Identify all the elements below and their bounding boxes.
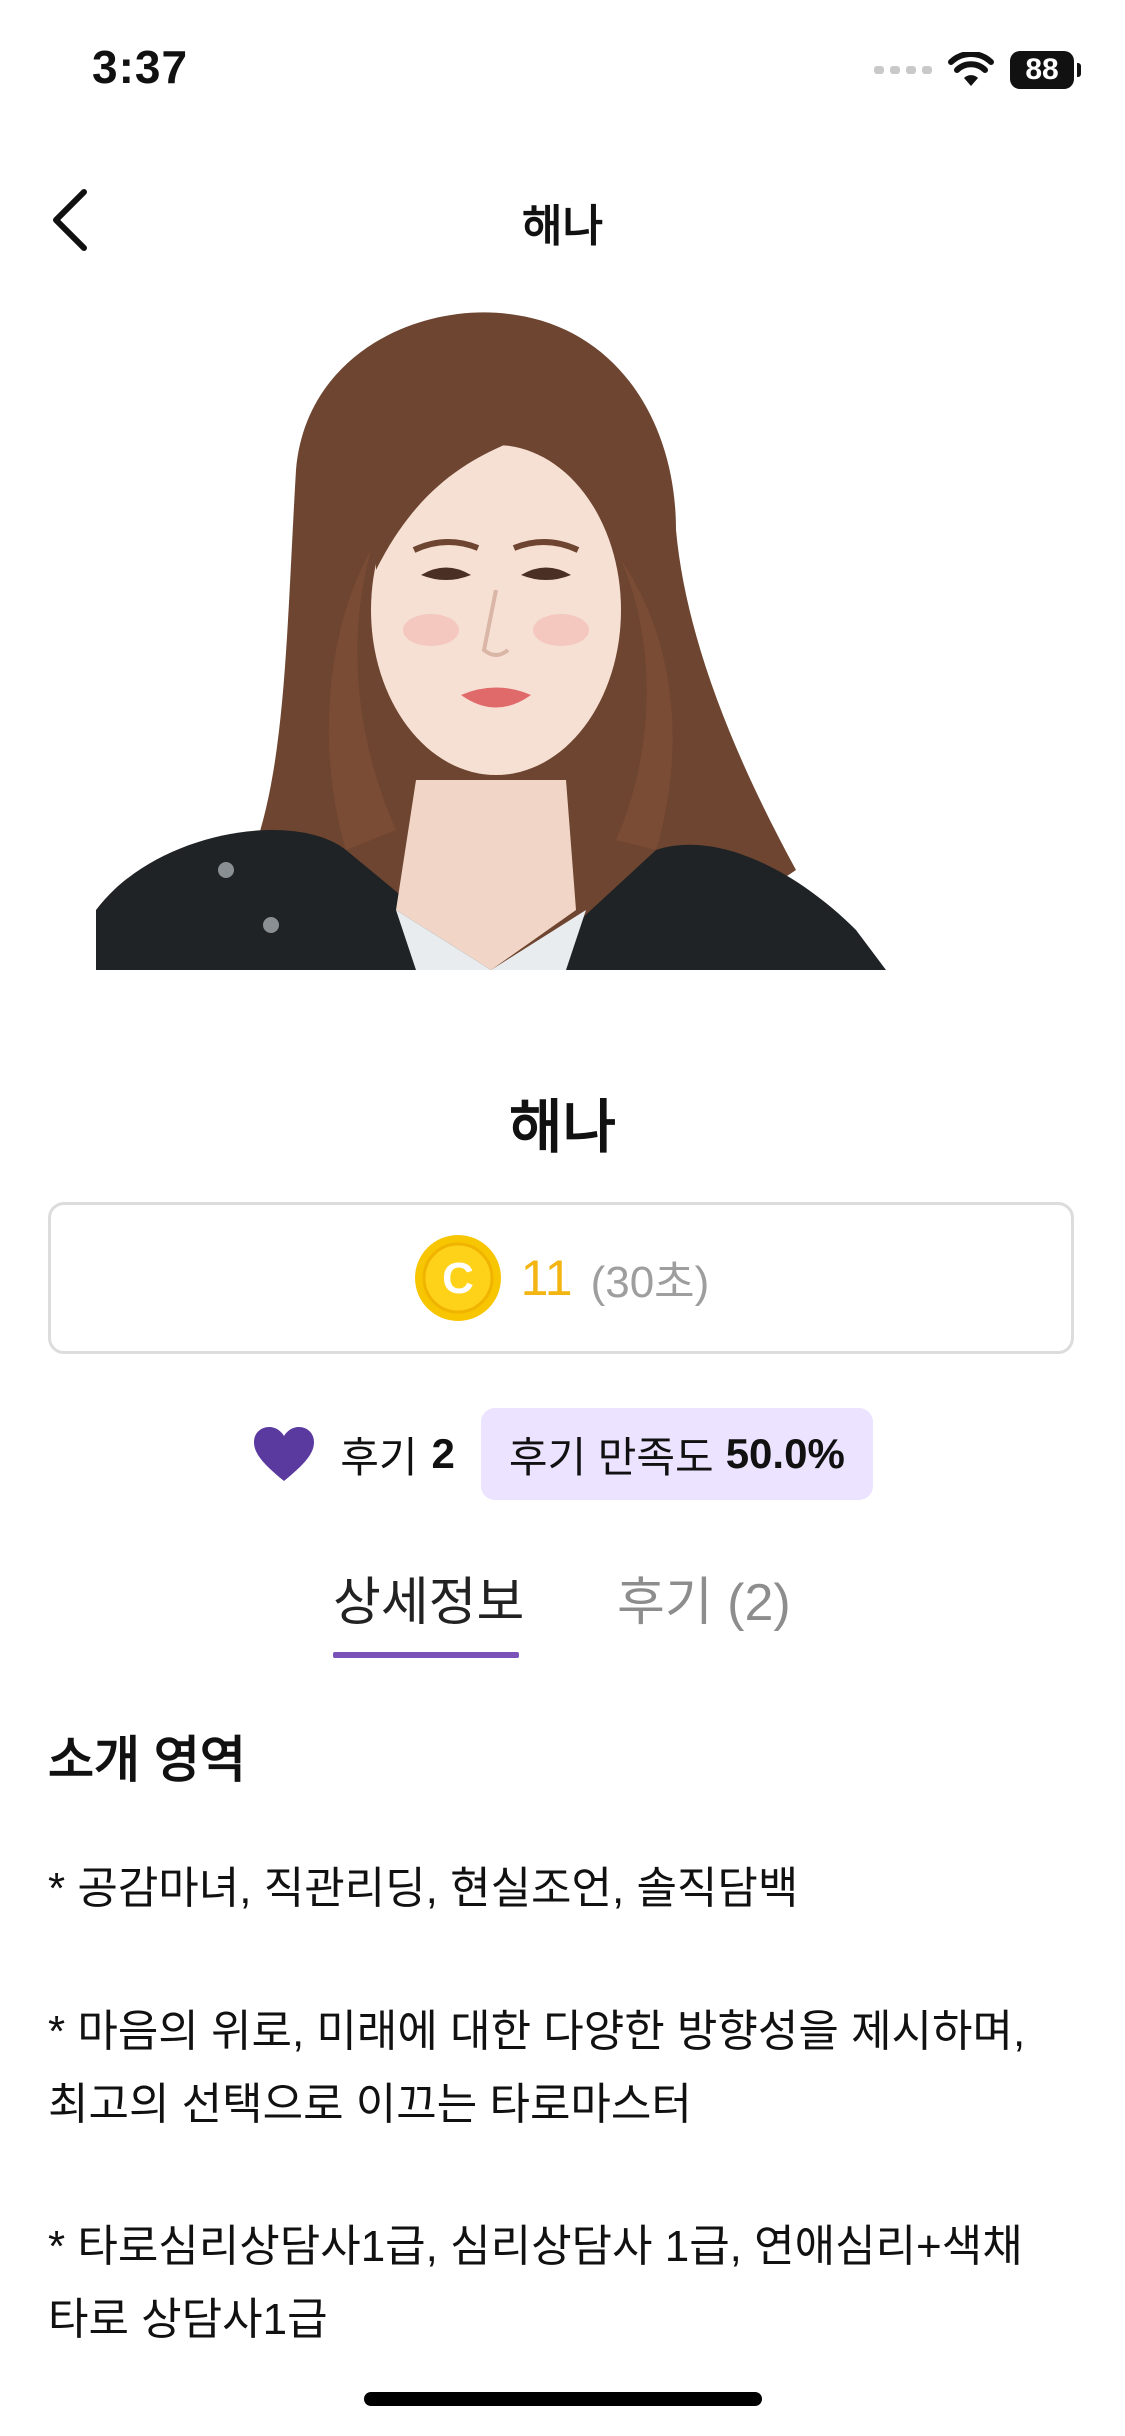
tab-details[interactable]: 상세정보 bbox=[333, 1560, 524, 1635]
status-indicators: 88 bbox=[874, 48, 1081, 92]
review-stats: 후기 2 후기 만족도 50.0% bbox=[0, 1408, 1125, 1500]
tab-reviews[interactable]: 후기 (2) bbox=[617, 1560, 791, 1635]
intro-line: 최고의 선택으로 이끄는 타로마스터 bbox=[48, 2080, 692, 2129]
status-time: 3:37 bbox=[92, 41, 189, 93]
wifi-icon bbox=[948, 52, 994, 86]
intro-line: 타로 상담사1급 bbox=[48, 2295, 328, 2344]
battery-icon: 88 bbox=[1010, 51, 1081, 89]
profile-photo bbox=[96, 310, 886, 970]
profile-name: 해나 bbox=[509, 1095, 616, 1160]
cellular-signal-icon bbox=[874, 66, 932, 74]
coin-letter: C bbox=[442, 1254, 474, 1303]
review-count-label: 후기 bbox=[340, 1433, 418, 1481]
intro-line: * 타로심리상담사1급, 심리상담사 1급, 연애심리+색채 bbox=[48, 2222, 1023, 2271]
intro-section-title: 소개 영역 bbox=[48, 1732, 246, 1788]
intro-line: * 마음의 위로, 미래에 대한 다양한 방향성을 제시하며, bbox=[48, 2007, 1026, 2056]
satisfaction-value: 50.0% bbox=[725, 1430, 845, 1477]
satisfaction-badge: 후기 만족도 50.0% bbox=[480, 1408, 873, 1500]
price-box: C 11 (30초) bbox=[48, 1202, 1074, 1354]
intro-line: * 공감마녀, 직관리딩, 현실조언, 솔직담백 bbox=[48, 1864, 799, 1913]
review-count-value: 2 bbox=[431, 1430, 455, 1477]
battery-level: 88 bbox=[1010, 51, 1074, 89]
home-indicator[interactable] bbox=[364, 2392, 762, 2406]
nav-title: 해나 bbox=[522, 202, 603, 251]
coin-amount: 11 bbox=[520, 1250, 573, 1306]
coin-icon: C bbox=[414, 1235, 501, 1321]
heart-icon bbox=[254, 1427, 315, 1481]
coin-unit: (30초) bbox=[590, 1258, 710, 1307]
portrait-image bbox=[96, 312, 886, 970]
active-tab-indicator bbox=[333, 1652, 519, 1658]
satisfaction-label: 후기 만족도 bbox=[508, 1433, 714, 1481]
